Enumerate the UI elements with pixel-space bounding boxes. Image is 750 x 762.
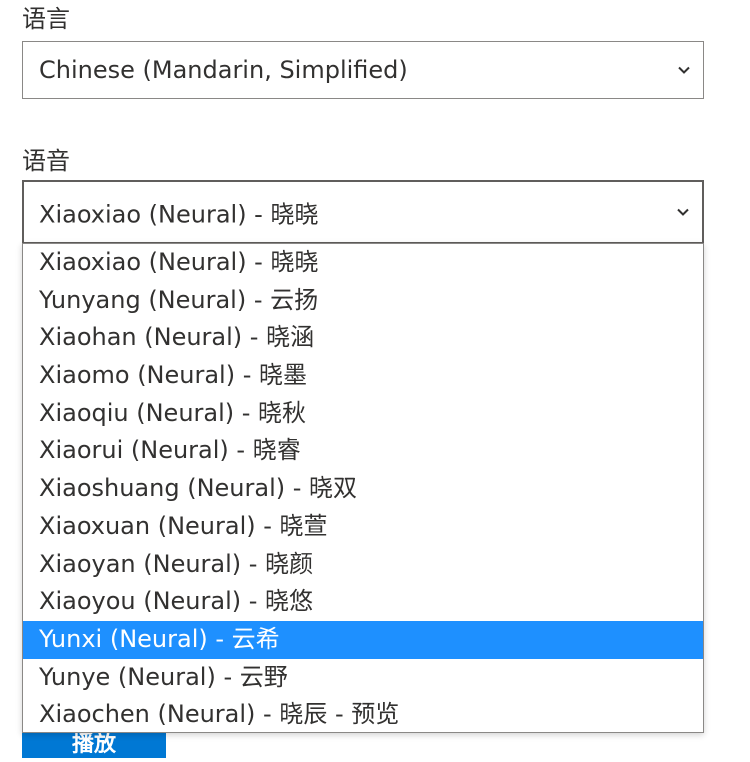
chevron-down-icon [678, 66, 690, 74]
voice-option[interactable]: Xiaoqiu (Neural) - 晓秋 [23, 395, 703, 433]
language-select[interactable]: Chinese (Mandarin, Simplified) [22, 41, 704, 99]
voice-option[interactable]: Xiaoyou (Neural) - 晓悠 [23, 583, 703, 621]
language-select-value: Chinese (Mandarin, Simplified) [39, 56, 408, 84]
voice-option[interactable]: Yunye (Neural) - 云野 [23, 659, 703, 697]
voice-option[interactable]: Xiaohan (Neural) - 晓涵 [23, 319, 703, 357]
chevron-down-icon [677, 208, 689, 216]
voice-label: 语音 [22, 147, 70, 175]
voice-option[interactable]: Xiaoxuan (Neural) - 晓萱 [23, 508, 703, 546]
voice-dropdown-list: Xiaoxiao (Neural) - 晓晓 Yunyang (Neural) -… [22, 243, 704, 733]
voice-select-value: Xiaoxiao (Neural) - 晓晓 [39, 200, 319, 229]
language-label: 语言 [22, 5, 70, 33]
voice-option[interactable]: Xiaomo (Neural) - 晓墨 [23, 357, 703, 395]
voice-option[interactable]: Yunyang (Neural) - 云扬 [23, 282, 703, 320]
voice-select[interactable]: Xiaoxiao (Neural) - 晓晓 [22, 180, 704, 244]
voice-option[interactable]: Xiaorui (Neural) - 晓睿 [23, 432, 703, 470]
voice-option[interactable]: Yunxi (Neural) - 云希 [23, 620, 703, 659]
voice-option[interactable]: Xiaoxiao (Neural) - 晓晓 [23, 244, 703, 282]
voice-option[interactable]: Xiaochen (Neural) - 晓辰 - 预览 [23, 696, 703, 732]
voice-option[interactable]: Xiaoshuang (Neural) - 晓双 [23, 470, 703, 508]
voice-option[interactable]: Xiaoyan (Neural) - 晓颜 [23, 546, 703, 584]
